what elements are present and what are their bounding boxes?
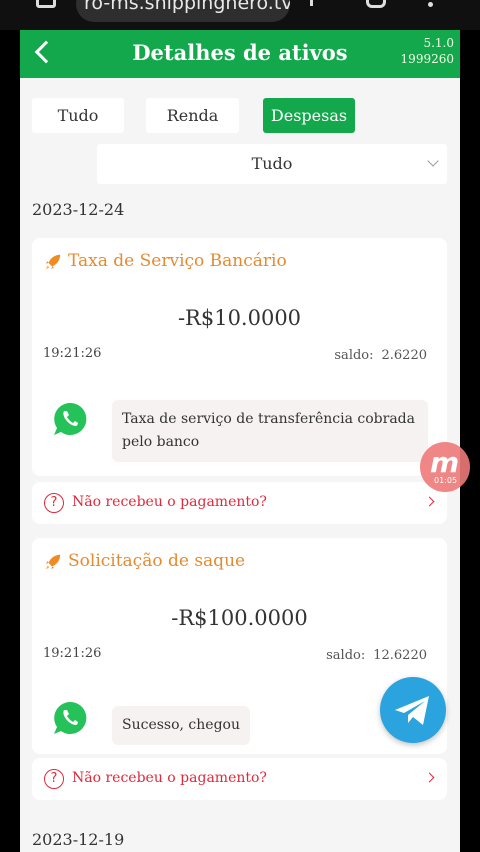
chevron-right-icon	[424, 496, 435, 507]
tabs-icon[interactable]	[36, 0, 56, 8]
balance-value: 12.6220	[373, 648, 427, 663]
transaction-amount: -R$10.0000	[177, 306, 302, 330]
whatsapp-icon	[54, 402, 87, 435]
whatsapp-icon	[54, 701, 87, 734]
balance-info: saldo: 12.6220	[326, 648, 427, 663]
telegram-icon	[395, 696, 429, 725]
tab-despesas[interactable]: Despesas	[263, 98, 355, 133]
browser-toolbar: ro-ms.shippinghero.tv/#	[0, 0, 480, 30]
header-bar: Detalhes de ativos 5.1.0 1999260	[20, 30, 460, 78]
transaction-title: Solicitação de saque	[68, 551, 246, 571]
question-icon: ?	[44, 769, 64, 789]
build-number: 1999260	[400, 52, 454, 66]
balance-info: saldo: 2.6220	[334, 348, 427, 363]
date-header: 2023-12-19	[32, 830, 125, 849]
chevron-right-icon	[424, 772, 435, 783]
address-bar[interactable]: ro-ms.shippinghero.tv/#	[76, 0, 290, 22]
more-menu-icon[interactable]	[428, 2, 433, 7]
transaction-title: Taxa de Serviço Bancário	[68, 251, 287, 271]
version-number: 5.1.0	[423, 36, 454, 50]
balance-label: saldo:	[326, 648, 366, 663]
new-tab-icon[interactable]	[310, 0, 313, 6]
transaction-time: 19:21:26	[43, 646, 102, 661]
filter-selected-value: Tudo	[251, 154, 293, 173]
date-header: 2023-12-24	[32, 200, 125, 219]
payment-help-row[interactable]: ? Não recebeu o pagamento?	[32, 482, 447, 524]
chevron-down-icon	[427, 155, 439, 167]
help-link-text: Não recebeu o pagamento?	[72, 494, 267, 510]
transaction-amount: -R$100.0000	[171, 606, 308, 630]
balance-value: 2.6220	[381, 348, 428, 363]
telegram-button[interactable]	[380, 677, 446, 743]
payment-help-row[interactable]: ? Não recebeu o pagamento?	[32, 758, 447, 800]
badge-letter: m	[430, 446, 460, 479]
message-bubble: Sucesso, chegou	[112, 706, 250, 745]
tab-renda[interactable]: Renda	[146, 98, 239, 133]
floating-recorder-badge[interactable]: m 01:05	[420, 442, 470, 492]
transaction-time: 19:21:26	[43, 346, 102, 361]
page-title: Detalhes de ativos	[132, 40, 348, 65]
filter-select[interactable]: Tudo	[97, 144, 447, 184]
transaction-card: Taxa de Serviço Bancário -R$10.0000 19:2…	[32, 238, 447, 476]
rocket-icon	[45, 554, 61, 570]
version-info: 5.1.0 1999260	[401, 35, 454, 67]
tab-tudo[interactable]: Tudo	[32, 98, 124, 133]
url-text: ro-ms.shippinghero.tv/#	[84, 0, 290, 14]
message-bubble: Taxa de serviço de transferência cobrada…	[112, 400, 428, 462]
balance-label: saldo:	[334, 348, 374, 363]
tab-switcher-icon[interactable]	[366, 0, 386, 8]
help-link-text: Não recebeu o pagamento?	[72, 770, 267, 786]
question-icon: ?	[44, 493, 64, 513]
rocket-icon	[45, 254, 61, 270]
badge-timer: 01:05	[434, 476, 458, 485]
